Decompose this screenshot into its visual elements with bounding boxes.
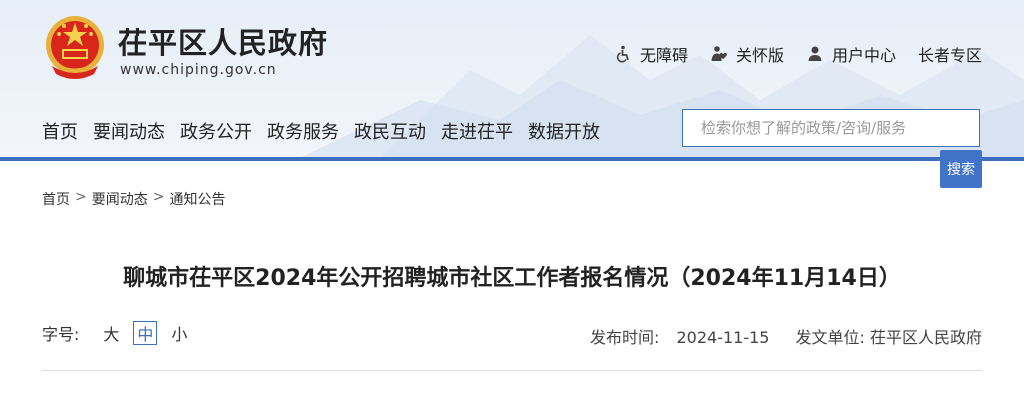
- wheelchair-icon: [616, 45, 629, 63]
- care-mode-label: 关怀版: [735, 46, 784, 65]
- search-input[interactable]: [683, 110, 979, 146]
- header-divider: [0, 157, 1024, 161]
- top-links: 无障碍 关怀版 用户中心 长者专区: [614, 42, 982, 66]
- accessibility-link[interactable]: 无障碍: [614, 42, 688, 66]
- publish-date: 2024-11-15: [676, 328, 770, 347]
- nav-item-open-government[interactable]: 政务公开: [180, 118, 252, 144]
- nav-item-services[interactable]: 政务服务: [267, 118, 339, 144]
- font-size-small[interactable]: 小: [167, 321, 191, 345]
- issuer-info: 发文单位: 茌平区人民政府: [795, 324, 982, 348]
- elder-zone-label: 长者专区: [917, 46, 982, 65]
- issuer-name: 茌平区人民政府: [869, 328, 982, 347]
- breadcrumb-separator: >: [152, 189, 165, 205]
- user-center-link[interactable]: 用户中心: [806, 42, 896, 66]
- elder-zone-link[interactable]: 长者专区: [918, 42, 982, 66]
- nav-item-news[interactable]: 要闻动态: [93, 118, 165, 144]
- font-size-label: 字号:: [42, 325, 80, 344]
- search-button[interactable]: 搜索: [940, 150, 982, 188]
- article-title: 聊城市茌平区2024年公开招聘城市社区工作者报名情况（2024年11月14日）: [123, 266, 901, 291]
- site-header: 茌平区人民政府 www.chiping.gov.cn 无障碍 关怀版 用户中心 …: [0, 0, 1024, 158]
- main-nav: 首页 要闻动态 政务公开 政务服务 政民互动 走进茌平 数据开放: [42, 118, 600, 144]
- article-meta: 发布时间: 2024-11-15 发文单位: 茌平区人民政府: [590, 324, 982, 348]
- breadcrumb-news[interactable]: 要闻动态: [92, 189, 148, 209]
- breadcrumb-notices[interactable]: 通知公告: [169, 189, 225, 209]
- breadcrumb-separator: >: [75, 189, 87, 205]
- content-divider: [42, 370, 982, 371]
- issuer-label: 发文单位:: [795, 328, 865, 347]
- care-icon: [711, 46, 727, 61]
- nav-item-about[interactable]: 走进茌平: [441, 118, 513, 144]
- accessibility-label: 无障碍: [639, 46, 688, 65]
- user-center-label: 用户中心: [831, 46, 896, 65]
- care-mode-link[interactable]: 关怀版: [710, 42, 784, 66]
- nav-item-interaction[interactable]: 政民互动: [354, 118, 426, 144]
- font-size-large[interactable]: 大: [99, 321, 123, 345]
- nav-item-open-data[interactable]: 数据开放: [528, 118, 600, 144]
- site-title: 茌平区人民政府: [118, 26, 329, 60]
- breadcrumb-home[interactable]: 首页: [42, 189, 70, 209]
- user-icon: [808, 46, 822, 61]
- nav-item-home[interactable]: 首页: [42, 118, 78, 144]
- national-emblem-icon: [46, 16, 104, 79]
- site-url: www.chiping.gov.cn: [120, 62, 277, 78]
- font-size-medium[interactable]: 中: [133, 321, 158, 345]
- font-size-controls: 字号: 大 中 小: [42, 321, 201, 345]
- publish-label: 发布时间:: [590, 328, 660, 347]
- publish-info: 发布时间: 2024-11-15: [590, 324, 769, 348]
- search-box: [682, 109, 980, 147]
- breadcrumb: 首页 > 要闻动态 > 通知公告: [42, 189, 225, 209]
